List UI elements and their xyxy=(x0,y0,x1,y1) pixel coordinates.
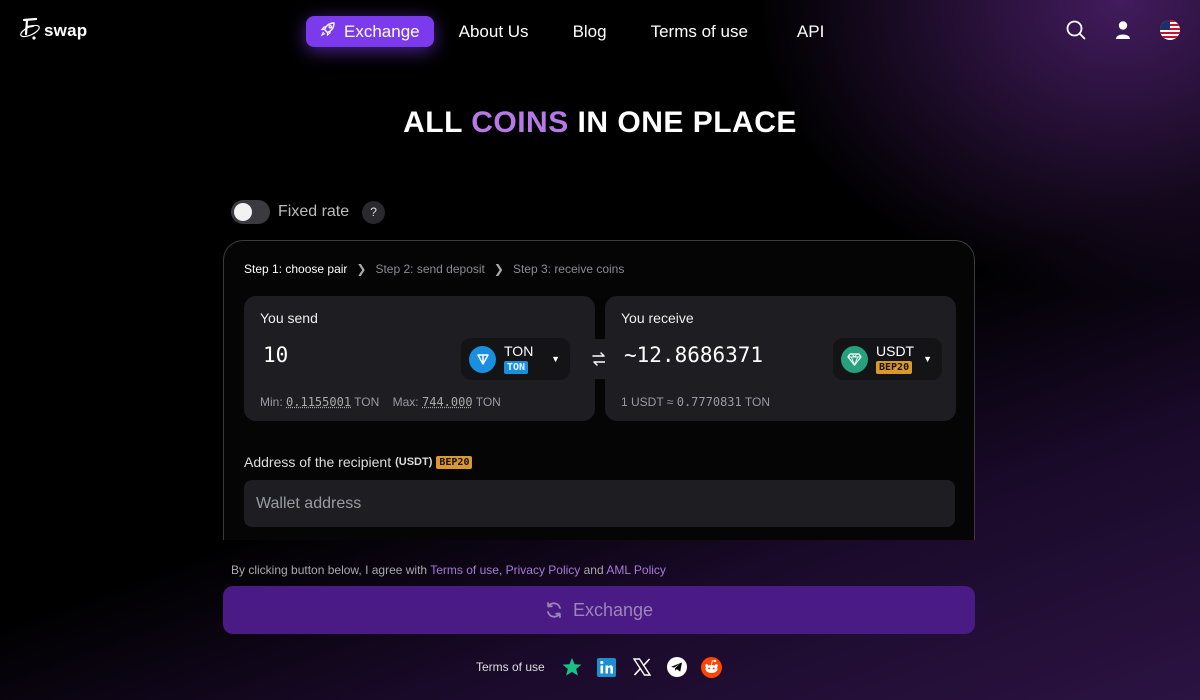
send-network-badge: TON xyxy=(504,361,529,374)
receive-label: You receive xyxy=(621,310,694,326)
fixed-rate-row: Fixed rate ? xyxy=(231,200,386,224)
logo[interactable]: swap xyxy=(20,16,87,42)
rate-left: 1 USDT ≈ xyxy=(621,395,674,409)
send-coin-selector[interactable]: TON TON ▼ xyxy=(461,338,570,380)
privacy-policy-link[interactable]: Privacy Policy xyxy=(506,563,581,577)
receive-coin-names: USDT BEP20 xyxy=(876,344,914,374)
send-panel: You send 10 TON TON ▼ Min: 0.1155001 TON… xyxy=(244,296,595,421)
us-flag-icon[interactable] xyxy=(1160,20,1180,40)
send-label: You send xyxy=(260,310,318,326)
agreement-prefix: By clicking button below, I agree with xyxy=(231,563,431,577)
max-label: Max: xyxy=(392,395,419,409)
x-icon[interactable] xyxy=(631,656,653,678)
wallet-address-input[interactable] xyxy=(244,480,955,527)
exchange-rate: 1 USDT ≈ 0.7770831 TON xyxy=(621,395,770,409)
nav-blog[interactable]: Blog xyxy=(573,16,607,47)
telegram-icon[interactable] xyxy=(666,656,688,678)
min-value[interactable]: 0.1155001 xyxy=(286,395,351,409)
nav-terms-of-use[interactable]: Terms of use xyxy=(651,16,748,47)
agreement-sep: , xyxy=(498,563,506,577)
aml-policy-link[interactable]: AML Policy xyxy=(606,563,666,577)
terms-link[interactable]: Terms of use xyxy=(430,563,499,577)
logo-icon xyxy=(20,16,42,42)
user-icon[interactable] xyxy=(1113,20,1133,40)
send-coin-names: TON TON xyxy=(504,344,533,374)
receive-coin-name: USDT xyxy=(876,343,915,359)
toggle-knob xyxy=(234,203,252,221)
recipient-coin-tag: (USDT) xyxy=(395,456,433,468)
header-actions xyxy=(1066,20,1180,40)
max-unit: TON xyxy=(475,395,501,409)
exchange-button-label: Exchange xyxy=(572,599,654,620)
fixed-rate-label: Fixed rate xyxy=(278,203,350,220)
refresh-icon xyxy=(547,602,561,618)
reddit-icon[interactable] xyxy=(701,656,723,678)
send-coin-name: TON xyxy=(504,343,534,359)
nav-about-us[interactable]: About Us xyxy=(459,16,529,47)
ton-coin-icon xyxy=(469,345,496,373)
steps-breadcrumb: Step 1: choose pair ❯ Step 2: send depos… xyxy=(244,262,624,276)
hero-title: ALL COINS IN ONE PLACE xyxy=(0,106,1200,140)
usdt-coin-icon xyxy=(841,345,868,373)
min-label: Min: xyxy=(260,395,283,409)
linkedin-icon[interactable] xyxy=(596,656,618,678)
main-nav: Exchange About Us Blog Terms of use API xyxy=(306,16,824,47)
recipient-label: Address of the recipient (USDT) BEP20 xyxy=(244,454,473,470)
nav-exchange-label: Exchange xyxy=(344,22,420,41)
step-1: Step 1: choose pair xyxy=(244,262,348,276)
caret-down-icon: ▼ xyxy=(923,354,932,364)
recipient-label-text: Address of the recipient xyxy=(244,454,392,470)
search-icon[interactable] xyxy=(1066,20,1086,40)
nav-exchange[interactable]: Exchange xyxy=(306,16,434,47)
hero-title-start: ALL xyxy=(403,106,472,139)
footer-terms-link[interactable]: Terms of use xyxy=(476,660,545,674)
nav-api[interactable]: API xyxy=(797,16,824,47)
exchange-card: Step 1: choose pair ❯ Step 2: send depos… xyxy=(223,240,975,540)
rocket-icon xyxy=(320,16,336,47)
rate-value: 0.7770831 xyxy=(676,395,742,409)
receive-amount: ~12.8686371 xyxy=(624,343,764,367)
fixed-rate-help-button[interactable]: ? xyxy=(362,200,386,224)
footer: Terms of use xyxy=(476,656,736,678)
receive-network-badge: BEP20 xyxy=(876,361,913,374)
hero-title-accent: COINS xyxy=(471,106,569,139)
trustpilot-icon[interactable] xyxy=(561,656,583,678)
fixed-rate-toggle[interactable] xyxy=(231,200,270,224)
exchange-button[interactable]: Exchange xyxy=(223,586,975,634)
step-3: Step 3: receive coins xyxy=(512,262,625,276)
chevron-right-icon: ❯ xyxy=(356,262,367,276)
max-value[interactable]: 744.000 xyxy=(422,395,473,409)
agreement-text: By clicking button below, I agree with T… xyxy=(231,563,666,577)
caret-down-icon: ▼ xyxy=(551,354,560,364)
send-amount-input[interactable]: 10 xyxy=(263,343,288,367)
hero-title-end: IN ONE PLACE xyxy=(568,106,797,139)
step-2: Step 2: send deposit xyxy=(375,262,485,276)
agreement-and: and xyxy=(580,563,607,577)
send-limits: Min: 0.1155001 TON Max: 744.000 TON xyxy=(260,395,501,409)
logo-text: swap xyxy=(44,20,88,40)
chevron-right-icon: ❯ xyxy=(493,262,504,276)
rate-unit: TON xyxy=(744,395,771,409)
recipient-network-badge: BEP20 xyxy=(436,455,473,469)
receive-panel: You receive ~12.8686371 USDT BEP20 ▼ 1 U… xyxy=(605,296,956,421)
receive-coin-selector[interactable]: USDT BEP20 ▼ xyxy=(833,338,942,380)
min-unit: TON xyxy=(354,395,380,409)
